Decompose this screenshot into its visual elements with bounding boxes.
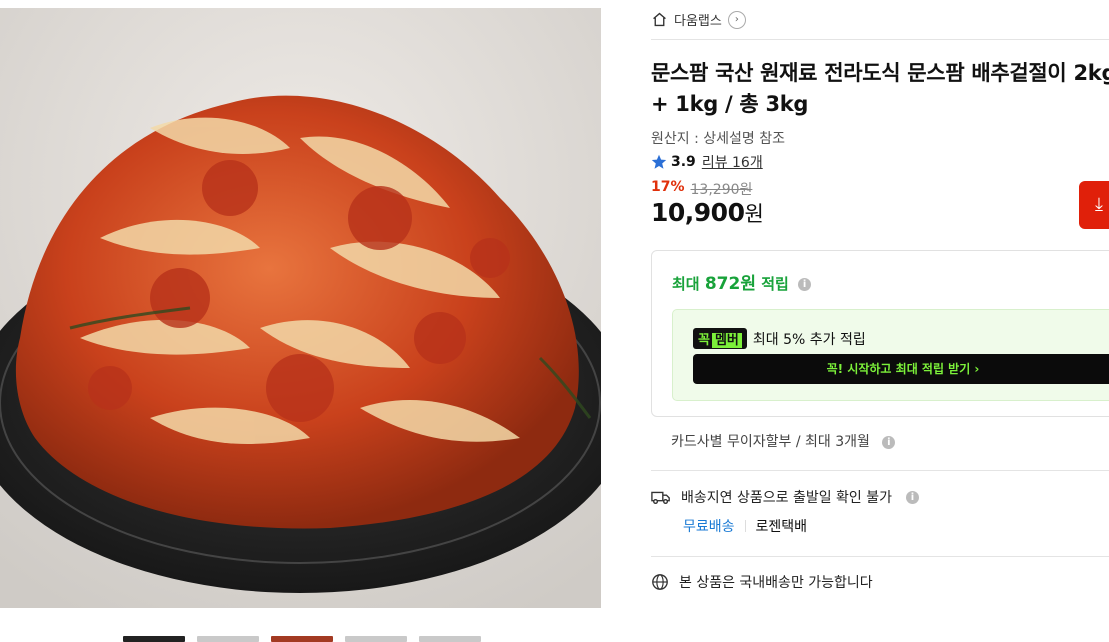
divider — [651, 39, 1109, 40]
info-icon[interactable]: i — [906, 490, 919, 504]
product-info-panel: 다움랩스 › 문스팜 국산 원재료 전라도식 문스팜 배추겉절이 2kg + 1… — [651, 0, 1109, 641]
truck-icon — [651, 491, 670, 505]
sale-price-value: 10,900 — [651, 198, 745, 227]
shipping-details: 무료배송 로젠택배 — [683, 516, 807, 536]
thumbnail-4[interactable] — [345, 636, 407, 642]
product-main-image — [0, 8, 601, 608]
info-icon[interactable]: i — [798, 278, 812, 291]
rating-score: 3.9 — [671, 154, 696, 170]
free-shipping-label: 무료배송 — [683, 519, 735, 535]
download-icon: ⤓ — [1095, 194, 1103, 215]
domestic-shipping-notice: 본 상품은 국내배송만 가능합니다 — [651, 572, 873, 592]
rating-row: 3.9 리뷰 16개 — [651, 152, 763, 172]
product-title-line2: + 1kg / 총 3kg — [651, 92, 809, 116]
store-link[interactable]: 다움랩스 › — [651, 10, 746, 29]
member-join-button[interactable]: 꼭! 시작하고 최대 적립 받기 › — [693, 354, 1109, 384]
home-icon — [653, 12, 666, 27]
globe-icon — [652, 574, 668, 590]
installment-info: 카드사별 무이자할부 / 최대 3개월 i — [671, 431, 896, 451]
divider — [651, 556, 1109, 557]
domestic-text: 본 상품은 국내배송만 가능합니다 — [679, 575, 873, 591]
reward-prefix: 최대 — [672, 275, 700, 293]
member-line: 꼭 멤버 최대 5% 추가 적립 — [693, 328, 866, 349]
divider — [744, 520, 746, 532]
thumbnail-5[interactable] — [419, 636, 481, 642]
download-coupon-button[interactable]: ⤓ — [1079, 181, 1109, 229]
price-unit: 원 — [744, 202, 764, 226]
reward-suffix: 적립 — [761, 275, 789, 293]
discount-percent: 17% — [651, 179, 685, 195]
star-icon — [651, 154, 667, 169]
product-title-line1: 문스팜 국산 원재료 전라도식 문스팜 배추겉절이 2kg — [651, 61, 1109, 85]
reward-amount: 872원 — [704, 274, 756, 294]
product-title: 문스팜 국산 원재료 전라도식 문스팜 배추겉절이 2kg + 1kg / 총 … — [651, 58, 1109, 120]
kimchi-photo — [0, 8, 601, 608]
member-benefit-text: 최대 5% 추가 적립 — [752, 331, 866, 348]
member-badge-text: 꼭 — [698, 333, 710, 348]
original-price: 13,290원 — [690, 182, 753, 198]
member-promo-box: 꼭 멤버 최대 5% 추가 적립 꼭! 시작하고 최대 적립 받기 › — [672, 309, 1109, 401]
store-name: 다움랩스 — [674, 14, 722, 29]
shipping-notice: 배송지연 상품으로 출발일 확인 불가 i — [651, 487, 919, 507]
shipping-notice-text: 배송지연 상품으로 출발일 확인 불가 — [681, 490, 892, 506]
review-link[interactable]: 리뷰 16개 — [702, 152, 763, 172]
thumbnail-1[interactable] — [123, 636, 185, 642]
chevron-right-icon: › — [727, 10, 746, 29]
member-badge-word: 멤버 — [711, 333, 742, 348]
installment-text: 카드사별 무이자할부 / 최대 3개월 — [671, 434, 870, 450]
discount-row: 17% 13,290원 — [651, 179, 752, 199]
divider — [651, 470, 1109, 471]
sale-price: 10,900원 — [651, 198, 764, 228]
reward-header: 최대 872원 적립 i — [672, 269, 812, 294]
thumbnail-strip — [123, 636, 481, 642]
member-badge: 꼭 멤버 — [693, 328, 747, 349]
thumbnail-2[interactable] — [197, 636, 259, 642]
reward-box: 최대 872원 적립 i 꼭 멤버 최대 5% 추가 적립 꼭! 시작하고 최대 … — [651, 250, 1109, 417]
info-icon[interactable]: i — [882, 435, 896, 449]
origin-info: 원산지 : 상세설명 참조 — [651, 131, 785, 147]
carrier-label: 로젠택배 — [755, 519, 808, 535]
thumbnail-3[interactable] — [271, 636, 333, 642]
